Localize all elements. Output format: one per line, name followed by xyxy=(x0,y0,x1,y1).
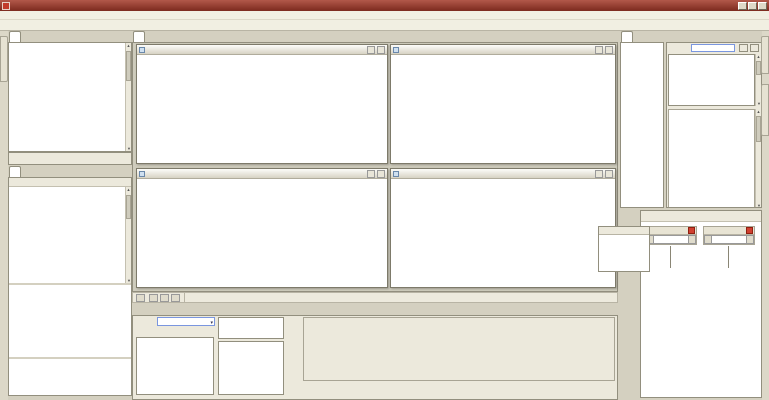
ivsweep-table-scrollbar[interactable]: ▲▼ xyxy=(125,187,131,283)
workspace-footer-toolbar xyxy=(8,152,132,165)
chart-id-vs-vgs[interactable] xyxy=(391,55,617,164)
close-button[interactable] xyxy=(377,170,385,178)
sources-table xyxy=(9,359,131,396)
tab-trends[interactable] xyxy=(621,31,633,42)
left-dock-strip xyxy=(0,31,8,400)
quantity-list xyxy=(218,341,284,395)
tuner-panel xyxy=(640,210,762,398)
pages-table xyxy=(9,285,131,359)
vth0-slider[interactable] xyxy=(670,246,671,268)
decrement-button[interactable] xyxy=(704,235,712,244)
knob-vth0 xyxy=(645,226,697,245)
operation-panel xyxy=(598,226,650,272)
chart-vtlin-vs-l[interactable] xyxy=(391,179,617,288)
plot-window-id-vgs xyxy=(390,44,616,164)
ivsweep-tabrow xyxy=(9,166,21,177)
close-button[interactable] xyxy=(605,46,613,54)
prev-page-button[interactable] xyxy=(136,294,145,302)
trends-tree xyxy=(622,44,662,206)
close-button[interactable] xyxy=(605,170,613,178)
knob-value[interactable] xyxy=(654,235,688,244)
app-icon xyxy=(2,2,10,10)
siglist-vertical-tab[interactable] xyxy=(761,36,769,74)
parameter-table xyxy=(668,109,755,208)
knob-u0 xyxy=(703,226,755,245)
zoom-in-button[interactable] xyxy=(160,294,169,302)
trendview-tabrow xyxy=(133,31,145,42)
restore-button[interactable] xyxy=(367,170,375,178)
plot-window-vtlin-w xyxy=(136,168,388,288)
category-list xyxy=(668,54,755,106)
plot-window-titlebar[interactable] xyxy=(391,45,615,55)
plot-window-icon xyxy=(393,171,399,177)
ivsweep-filter-toolbar xyxy=(9,178,131,187)
knob-value[interactable] xyxy=(712,235,746,244)
page-navigation-bar xyxy=(132,292,618,303)
tab-ivsweep[interactable] xyxy=(9,166,21,177)
tab-trend-view[interactable] xyxy=(133,31,145,42)
increment-button[interactable] xyxy=(746,235,754,244)
group-list xyxy=(218,317,284,339)
style-dropdown[interactable] xyxy=(157,317,215,326)
operation-label xyxy=(599,227,649,235)
source-list xyxy=(136,337,214,395)
ivsweep-table xyxy=(9,187,125,283)
restore-button[interactable] xyxy=(595,46,603,54)
u0-slider[interactable] xyxy=(728,246,729,268)
workspace-tree-panel: ▲▼ xyxy=(8,42,132,152)
par-monitor-panel xyxy=(132,315,618,400)
parameter-browser-panel: ▲▼ ▲▼ xyxy=(666,42,762,208)
plot-window-titlebar[interactable] xyxy=(391,169,615,179)
trends-tree-panel xyxy=(620,42,664,208)
maximize-button[interactable] xyxy=(748,2,757,10)
tuner-toolbar xyxy=(641,211,761,222)
plot-window-titlebar[interactable] xyxy=(137,45,387,55)
plot-window-cgg-vgs xyxy=(136,44,388,164)
search-input[interactable] xyxy=(691,44,735,52)
close-button[interactable] xyxy=(758,2,767,10)
knob-close-icon[interactable] xyxy=(688,227,695,234)
plot-window-icon xyxy=(139,171,145,177)
zoom-out-button[interactable] xyxy=(171,294,180,302)
next-page-button[interactable] xyxy=(149,294,158,302)
application-window: ▲▼ ▲▼ xyxy=(0,0,769,400)
add-filter-button[interactable] xyxy=(739,44,748,52)
minimize-button[interactable] xyxy=(738,2,747,10)
close-button[interactable] xyxy=(377,46,385,54)
menubar xyxy=(0,11,769,20)
chart-vtlin-vs-w[interactable] xyxy=(137,179,389,288)
error-table xyxy=(303,317,615,381)
plot-window-titlebar[interactable] xyxy=(137,169,387,179)
trends-tabrow xyxy=(621,31,633,42)
increment-button[interactable] xyxy=(688,235,696,244)
window-titlebar[interactable] xyxy=(0,0,769,11)
chart-cgg-vs-vgs[interactable] xyxy=(137,55,389,164)
workspace-tree-scrollbar[interactable]: ▲▼ xyxy=(125,43,131,151)
viewsweep-vertical-tab[interactable] xyxy=(761,84,769,136)
plot-window-icon xyxy=(139,47,145,53)
projects-vertical-tab[interactable] xyxy=(0,36,8,82)
ivsweep-panel: ▲▼ xyxy=(8,177,132,396)
plot-window-vtlin-l xyxy=(390,168,616,288)
remove-filter-button[interactable] xyxy=(750,44,759,52)
tab-workspace[interactable] xyxy=(9,31,21,42)
restore-button[interactable] xyxy=(367,46,375,54)
main-toolbar xyxy=(0,20,769,31)
workspace-tree xyxy=(10,44,124,150)
knob-close-icon[interactable] xyxy=(746,227,753,234)
plot-window-icon xyxy=(393,47,399,53)
workspace-tabrow xyxy=(9,31,21,42)
restore-button[interactable] xyxy=(595,170,603,178)
